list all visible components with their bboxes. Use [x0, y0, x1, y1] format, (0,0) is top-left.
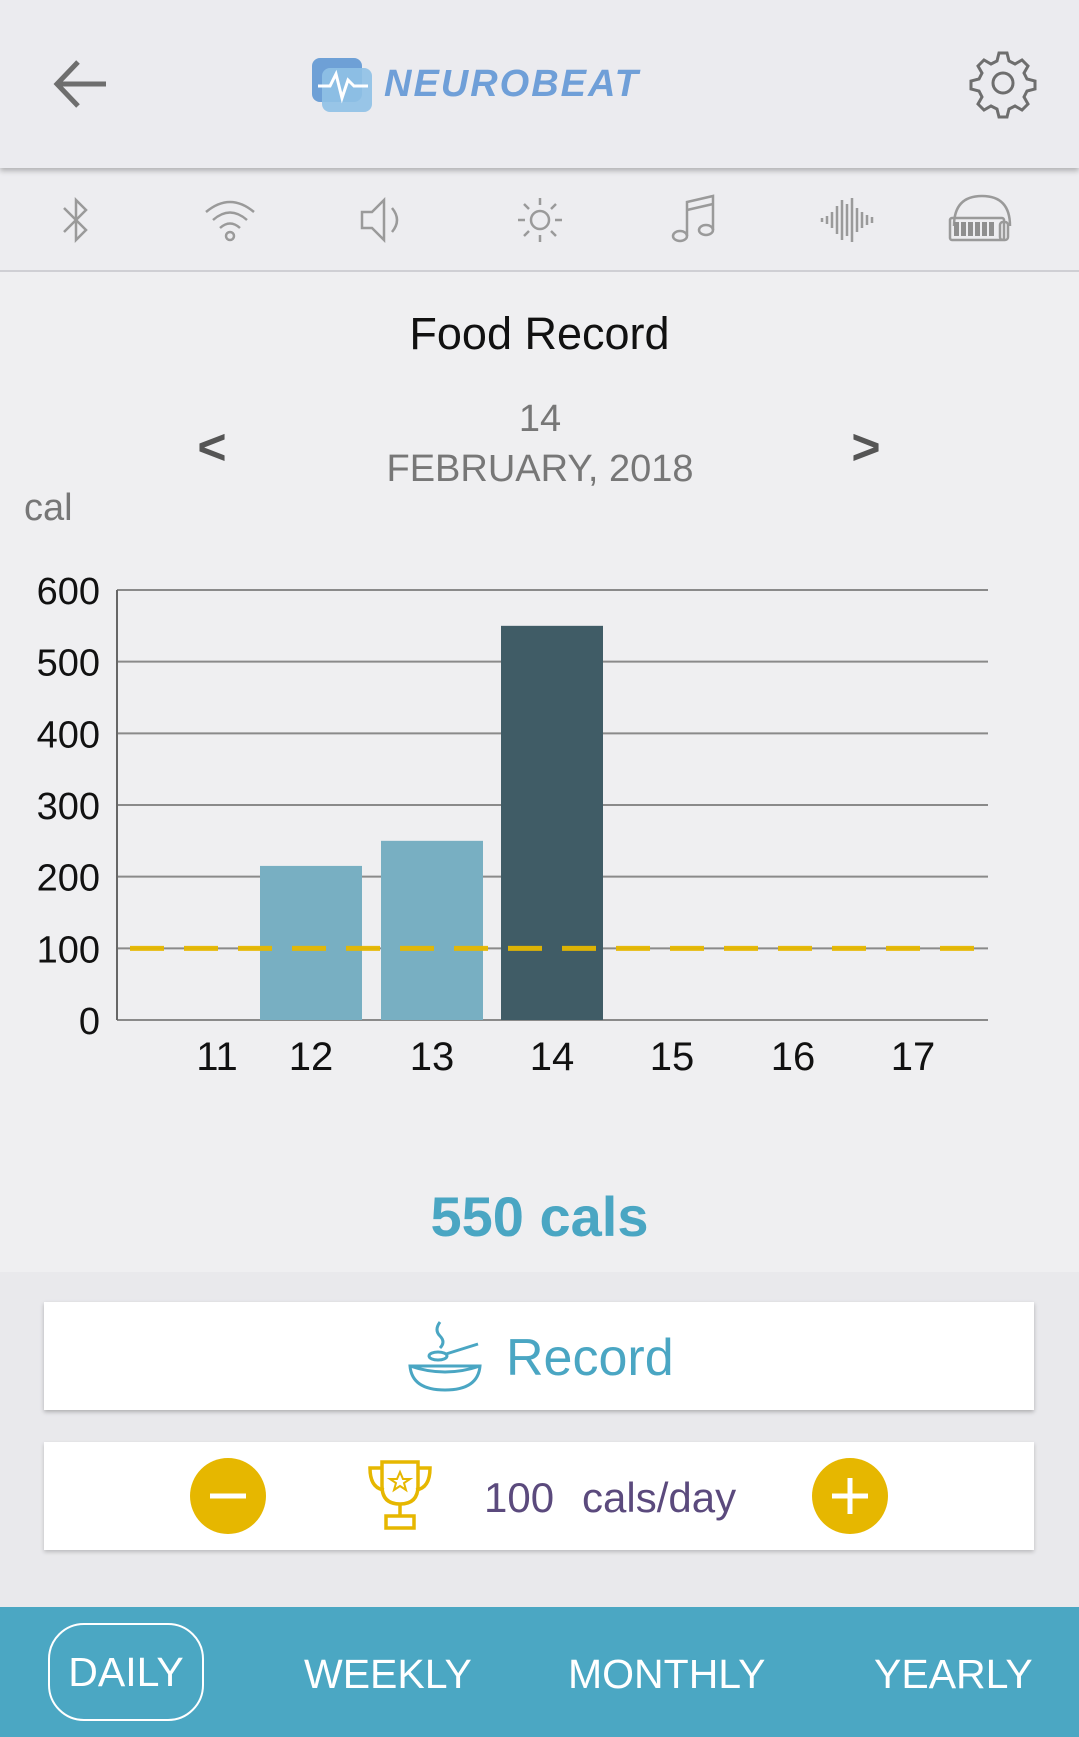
y-tick-label: 100: [37, 929, 100, 971]
x-tick-label: 14: [530, 1035, 575, 1079]
bluetooth-icon[interactable]: [44, 190, 108, 250]
bowl-icon: [404, 1316, 486, 1396]
app-header: NEUROBEAT: [0, 0, 1079, 168]
tab-daily[interactable]: DAILY: [48, 1623, 204, 1721]
page-title: Food Record: [409, 308, 670, 359]
period-tab-bar: DAILY WEEKLY MONTHLY YEARLY: [0, 1607, 1079, 1737]
headphones-battery-icon[interactable]: [946, 190, 1016, 250]
bar-14: [501, 625, 603, 1020]
y-tick-label: 600: [37, 571, 100, 613]
daily-goal-control: 100 cals/day: [44, 1442, 1034, 1550]
tab-yearly[interactable]: YEARLY: [874, 1651, 1033, 1698]
x-tick-label: 17: [891, 1035, 936, 1079]
goal-unit: cals/day: [582, 1474, 737, 1521]
next-day-button[interactable]: >: [836, 418, 896, 478]
record-label: Record: [506, 1329, 674, 1387]
y-tick-label: 500: [37, 643, 100, 685]
neurobeat-logo: NEUROBEAT: [312, 52, 732, 116]
brightness-icon[interactable]: [508, 190, 572, 250]
decrease-goal-button[interactable]: [190, 1458, 266, 1534]
y-tick-label: 400: [37, 714, 100, 756]
selected-month-year: FEBRUARY, 2018: [386, 448, 694, 490]
wifi-icon[interactable]: [198, 190, 262, 250]
x-tick-label: 13: [410, 1035, 455, 1079]
y-tick-label: 200: [37, 858, 100, 900]
daily-total-calories: 550 cals: [430, 1185, 649, 1248]
y-tick-label: 0: [79, 1001, 100, 1043]
trophy-icon: [364, 1456, 436, 1536]
logo-text: NEUROBEAT: [384, 63, 641, 105]
previous-day-button[interactable]: <: [182, 418, 242, 478]
speaker-icon[interactable]: [352, 190, 416, 250]
selected-day: 14: [518, 398, 562, 440]
y-tick-label: 300: [37, 786, 100, 828]
goal-value: 100: [484, 1474, 555, 1521]
bar-12: [260, 865, 362, 1020]
tab-weekly[interactable]: WEEKLY: [304, 1651, 472, 1698]
food-record-screen: NEUROBEAT Food Record < 14 FEBRUARY, 201…: [0, 0, 1079, 1737]
device-status-bar: [0, 168, 1079, 272]
increase-goal-button[interactable]: [812, 1458, 888, 1534]
x-tick-label: 12: [289, 1035, 334, 1079]
plus-icon: [832, 1478, 868, 1514]
x-tick-label: 15: [650, 1035, 695, 1079]
settings-button[interactable]: [966, 46, 1040, 120]
record-button[interactable]: Record: [44, 1302, 1034, 1410]
minus-icon: [210, 1493, 246, 1499]
bar-13: [381, 840, 483, 1020]
music-icon[interactable]: [662, 190, 726, 250]
x-tick-label: 16: [771, 1035, 816, 1079]
gear-icon: [969, 51, 1037, 119]
tab-monthly[interactable]: MONTHLY: [568, 1651, 765, 1698]
waveform-icon[interactable]: [816, 190, 880, 250]
y-axis-label: cal: [24, 490, 73, 529]
calorie-bar-chart: cal 0 100 200 300 400 500 600 11 12 13 14 15 16 17: [0, 490, 1079, 1110]
arrow-left-icon: [53, 60, 106, 108]
x-tick-label: 11: [196, 1035, 238, 1079]
back-button[interactable]: [48, 52, 118, 116]
